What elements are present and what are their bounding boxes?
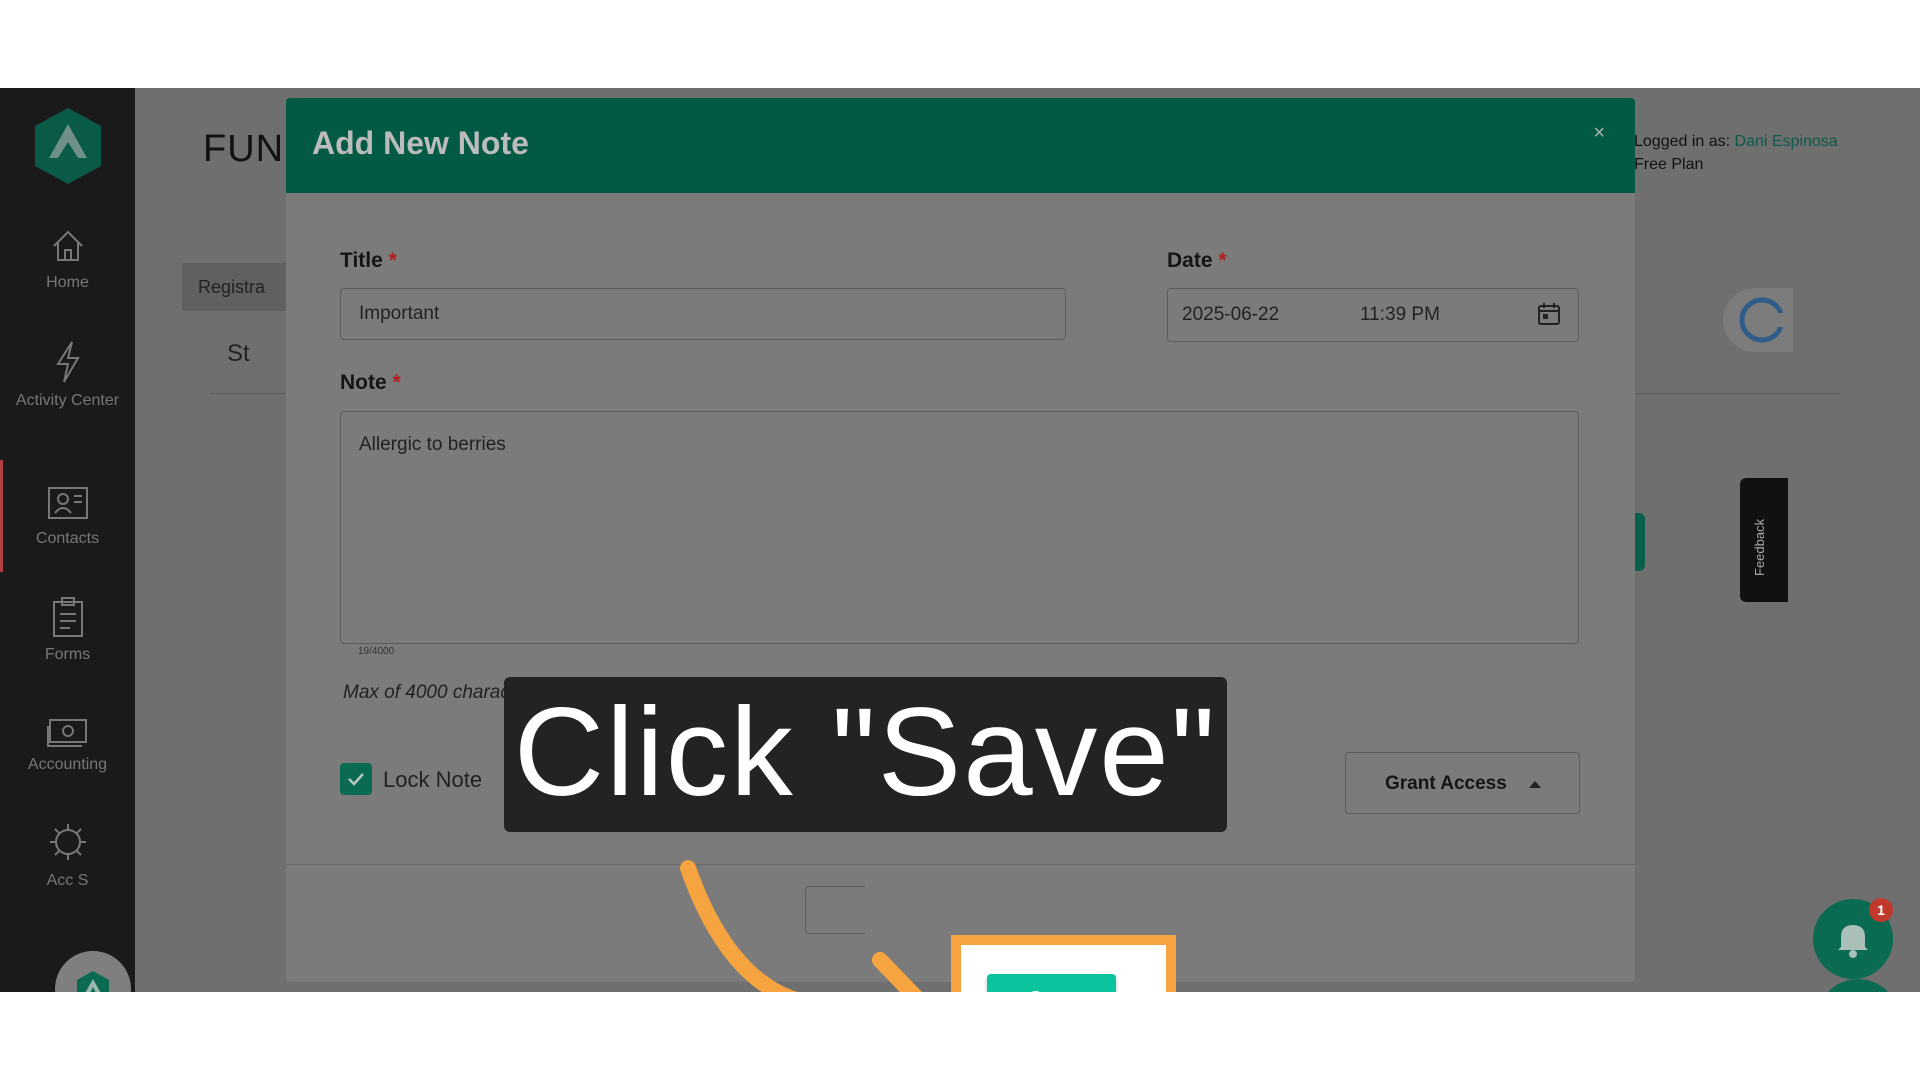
tab-registration[interactable]: Registra [182, 263, 302, 311]
modal-header: Add New Note × [286, 98, 1635, 193]
sidebar-item-forms[interactable]: Forms [0, 596, 135, 666]
chat-icon [1817, 979, 1899, 992]
lock-note-label[interactable]: Lock Note [383, 767, 482, 793]
time-value: 11:39 PM [1360, 304, 1440, 325]
add-note-modal: Add New Note × Title * Important Date * … [286, 98, 1635, 982]
instruction-callout: Click "Save" [504, 677, 1227, 832]
note-textarea[interactable]: Allergic to berries [340, 411, 1579, 644]
app-window: Home Activity Center Contacts Forms Acco… [0, 88, 1920, 992]
modal-title: Add New Note [312, 125, 529, 161]
sidebar-item-accounting[interactable]: Accounting [0, 716, 135, 776]
note-label-text: Note [340, 371, 387, 394]
grant-access-label: Grant Access [1385, 773, 1507, 794]
sidebar-item-label: Contacts [35, 530, 100, 547]
brand-logo-icon[interactable] [33, 106, 103, 186]
char-count: 19/4000 [358, 646, 395, 657]
user-link[interactable]: Dani Espinosa [1735, 133, 1838, 150]
lock-note-checkbox[interactable] [340, 763, 372, 795]
date-picker[interactable]: 2025-06-22 11:39 PM [1167, 288, 1579, 342]
lightning-icon [55, 341, 80, 383]
avatar[interactable] [55, 951, 131, 992]
sidebar-item-account-settings[interactable]: Acc S [0, 820, 135, 892]
title-input[interactable]: Important [340, 288, 1066, 340]
date-label-text: Date [1167, 249, 1213, 272]
calendar-icon[interactable] [1536, 301, 1562, 327]
required-mark: * [1218, 249, 1227, 272]
note-label: Note * [340, 371, 401, 395]
tab-label: Registra [198, 277, 266, 297]
brand-badge-icon [77, 971, 109, 992]
required-mark: * [392, 371, 401, 394]
clipboard-icon [52, 597, 83, 637]
tab-second[interactable]: St [227, 340, 250, 368]
money-icon [46, 719, 87, 747]
plan-label: Free Plan [1634, 156, 1704, 173]
home-icon [52, 230, 83, 261]
title-label: Title * [340, 249, 397, 273]
sidebar: Home Activity Center Contacts Forms Acco… [0, 88, 135, 992]
login-info: Logged in as: Dani Espinosa Free Plan [1634, 130, 1838, 176]
date-value: 2025-06-22 [1182, 304, 1280, 325]
page-title: FUN [203, 128, 285, 170]
title-label-text: Title [340, 249, 383, 272]
background-button [1635, 513, 1645, 571]
sidebar-item-label: Forms [44, 646, 91, 663]
sidebar-item-home[interactable]: Home [0, 226, 135, 294]
sidebar-item-label: Home [46, 274, 89, 291]
close-icon[interactable]: × [1593, 122, 1605, 145]
arrow-icon [680, 860, 922, 992]
c-logo-icon [1739, 297, 1785, 343]
check-icon [348, 773, 364, 786]
contacts-icon [47, 487, 88, 519]
sidebar-item-label: Acc S [46, 872, 89, 889]
sidebar-item-label: Activity Center [15, 392, 120, 409]
login-prefix: Logged in as: [1634, 133, 1731, 150]
chat-button[interactable] [1817, 979, 1899, 992]
sidebar-item-activity-center[interactable]: Activity Center [0, 340, 135, 412]
gear-icon [49, 824, 86, 860]
floating-assistant-button[interactable] [1723, 288, 1793, 352]
bell-count-badge: 1 [1869, 898, 1893, 922]
sidebar-item-label: Accounting [27, 756, 108, 773]
tab-label: St [227, 340, 250, 367]
divider [286, 864, 1635, 865]
required-mark: * [388, 249, 397, 272]
grant-access-button[interactable]: Grant Access [1345, 752, 1580, 814]
feedback-label: Feedback [1752, 518, 1767, 576]
date-label: Date * [1167, 249, 1227, 273]
title-input-value: Important [359, 303, 440, 324]
sidebar-item-contacts[interactable]: Contacts [0, 482, 135, 550]
note-value: Allergic to berries [359, 434, 506, 455]
caret-up-icon [1529, 781, 1541, 788]
save-button[interactable]: Save [987, 974, 1116, 992]
feedback-tab[interactable]: Feedback [1740, 478, 1788, 602]
